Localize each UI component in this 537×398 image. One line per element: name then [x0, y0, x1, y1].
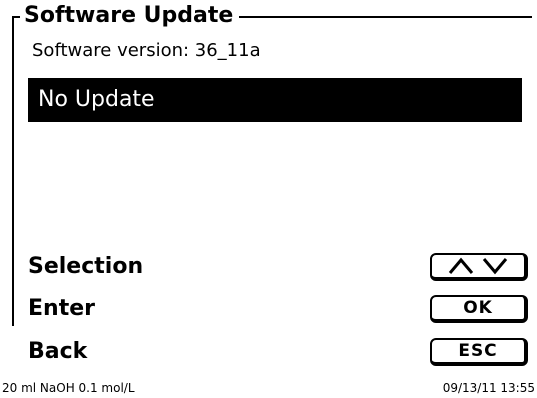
status-bar: 20 ml NaOH 0.1 mol/L 09/13/11 13:55	[0, 378, 537, 398]
enter-label: Enter	[28, 296, 95, 321]
software-version-text: Software version: 36_11a	[32, 40, 261, 61]
esc-key[interactable]: ESC	[430, 338, 528, 366]
softkey-row-back: Back ESC	[28, 334, 528, 370]
ok-key[interactable]: OK	[430, 295, 528, 323]
back-label: Back	[28, 339, 88, 364]
selection-arrows-key[interactable]	[430, 253, 528, 281]
arrow-up-icon	[448, 257, 474, 274]
arrow-down-icon	[482, 258, 508, 275]
selection-label: Selection	[28, 254, 144, 279]
datetime-status: 09/13/11 13:55	[442, 381, 535, 395]
method-status: 20 ml NaOH 0.1 mol/L	[2, 381, 135, 395]
page-title: Software Update	[20, 2, 240, 30]
softkey-row-enter: Enter OK	[28, 291, 528, 327]
update-list[interactable]: No Update	[28, 78, 522, 122]
softkey-row-selection: Selection	[28, 249, 528, 285]
list-item-selected[interactable]: No Update	[28, 78, 522, 122]
